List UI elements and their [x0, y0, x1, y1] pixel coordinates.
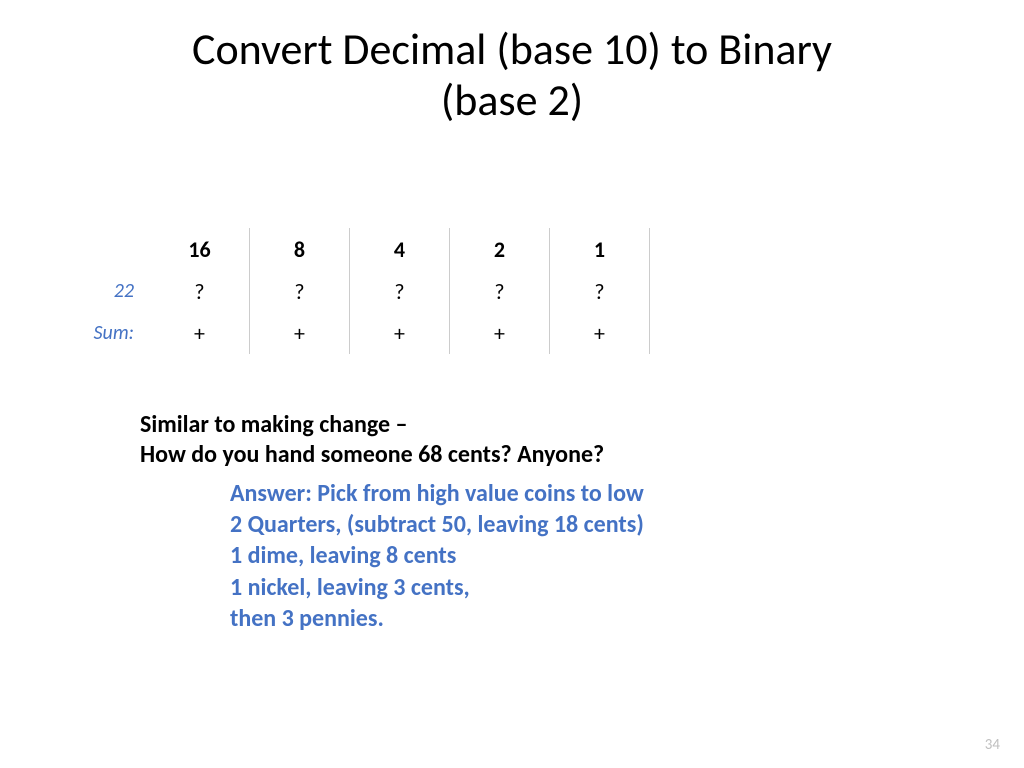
- row-label-sum: Sum:: [50, 312, 150, 354]
- sum-cell-2: +: [450, 312, 550, 354]
- answer-line1: Answer: Pick from high value coins to lo…: [230, 478, 644, 509]
- answer-line5: then 3 pennies.: [230, 603, 644, 634]
- answer-line4: 1 nickel, leaving 3 cents,: [230, 572, 644, 603]
- header-8: 8: [250, 228, 350, 270]
- question-line1: Similar to making change –: [140, 410, 604, 440]
- bit-cell-16: ?: [150, 270, 250, 312]
- sum-cell-1: +: [550, 312, 650, 354]
- binary-table: 16 8 4 2 1 22 ? ? ? ? ? Sum: + + + + +: [50, 228, 670, 354]
- header-blank: [50, 228, 150, 270]
- header-16: 16: [150, 228, 250, 270]
- sum-cell-4: +: [350, 312, 450, 354]
- answer-line2: 2 Quarters, (subtract 50, leaving 18 cen…: [230, 509, 644, 540]
- bit-cell-1: ?: [550, 270, 650, 312]
- question-text: Similar to making change – How do you ha…: [140, 410, 604, 470]
- header-2: 2: [450, 228, 550, 270]
- sum-cell-8: +: [250, 312, 350, 354]
- answer-text: Answer: Pick from high value coins to lo…: [230, 478, 644, 634]
- slide-title: Convert Decimal (base 10) to Binary (bas…: [40, 24, 984, 125]
- question-line2: How do you hand someone 68 cents? Anyone…: [140, 440, 604, 470]
- title-line2: (base 2): [441, 73, 583, 127]
- sum-cell-16: +: [150, 312, 250, 354]
- bit-cell-4: ?: [350, 270, 450, 312]
- page-number: 34: [985, 736, 1000, 754]
- header-4: 4: [350, 228, 450, 270]
- answer-line3: 1 dime, leaving 8 cents: [230, 540, 644, 571]
- title-line1: Convert Decimal (base 10) to Binary: [192, 22, 832, 76]
- slide: Convert Decimal (base 10) to Binary (bas…: [0, 0, 1024, 768]
- header-1: 1: [550, 228, 650, 270]
- bit-cell-2: ?: [450, 270, 550, 312]
- bit-cell-8: ?: [250, 270, 350, 312]
- row-label-22: 22: [50, 270, 150, 312]
